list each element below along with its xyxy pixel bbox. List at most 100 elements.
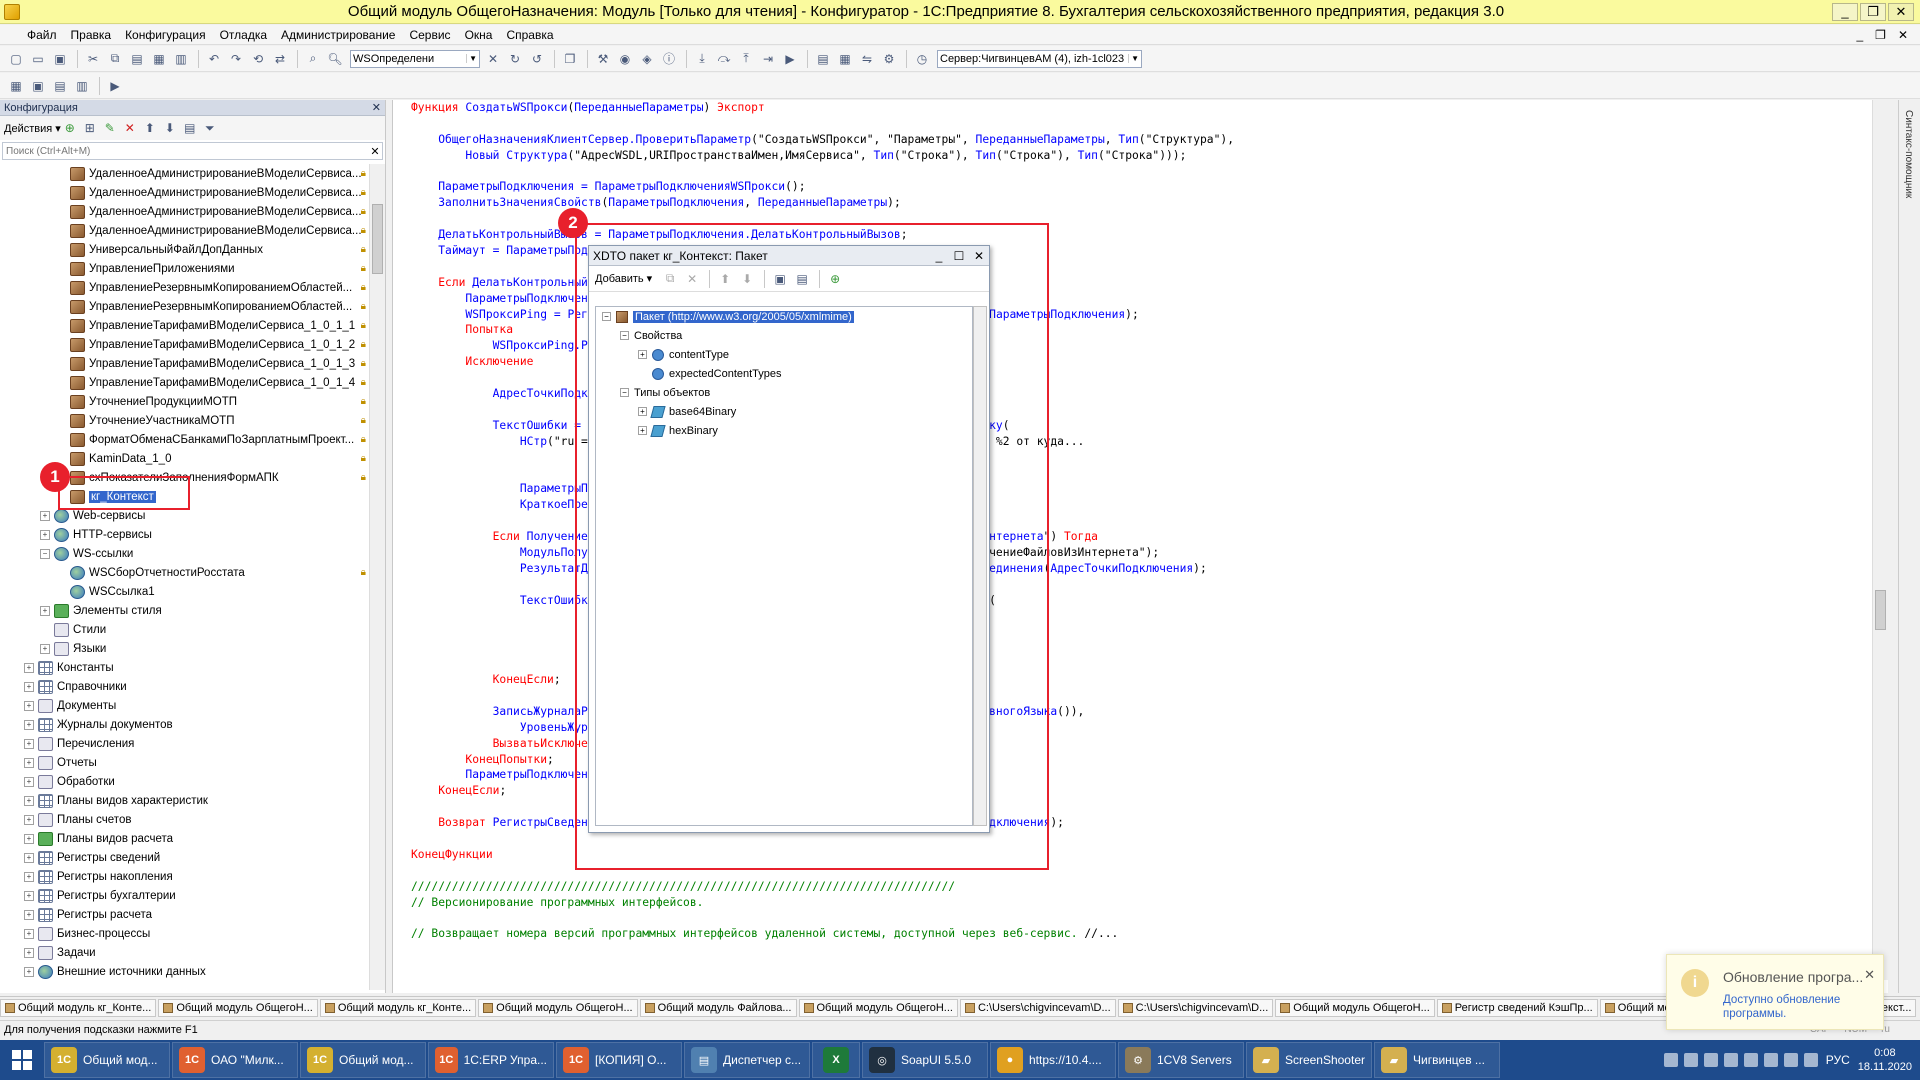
tree-node[interactable]: + Планы видов расчета (0, 829, 370, 848)
update-notification[interactable]: i Обновление програ... Доступно обновлен… (1666, 954, 1884, 1030)
tree-node[interactable]: + Регистры бухгалтерии (0, 886, 370, 905)
chevron-down-icon[interactable]: ▼ (1128, 54, 1139, 63)
table-icon[interactable]: ▥ (72, 76, 92, 96)
expand-icon[interactable]: + (40, 605, 50, 616)
open-window-tab[interactable]: Общий модуль кг_Конте... (319, 998, 477, 1017)
close-icon[interactable]: ✕ (1864, 967, 1875, 983)
clock[interactable]: 0:08 18.11.2020 (1858, 1046, 1912, 1074)
tree-node[interactable]: + Планы видов характеристик (0, 791, 370, 810)
tree-node[interactable]: + Регистры расчета (0, 905, 370, 924)
code-line[interactable] (411, 164, 1861, 180)
menu-administration[interactable]: Администрирование (274, 28, 402, 42)
expand-icon[interactable]: + (24, 700, 34, 711)
taskbar-app[interactable]: ⚙ 1CV8 Servers (1118, 1042, 1244, 1078)
step-out-icon[interactable]: ⤒ (736, 49, 756, 69)
tree-node[interactable]: + Журналы документов (0, 715, 370, 734)
tree-node[interactable]: + Константы (0, 658, 370, 677)
tree-node[interactable]: + Перечисления (0, 734, 370, 753)
mdi-minimize-button[interactable]: _ (1856, 28, 1863, 42)
syntax-helper-label[interactable]: Синтакс-помощник (1903, 110, 1914, 198)
tray-power-icon[interactable] (1803, 1053, 1818, 1067)
clear-icon[interactable]: ✕ (368, 145, 382, 158)
code-line[interactable]: ПараметрыПодключения = ПараметрыПодключе… (411, 179, 1861, 195)
start-debug-icon[interactable]: ▶ (105, 76, 125, 96)
open-window-tab[interactable]: Общий модуль ОбщегоН... (478, 998, 638, 1017)
scroll-thumb[interactable] (372, 204, 383, 274)
input-language[interactable]: РУС (1826, 1053, 1850, 1067)
expand-icon[interactable]: + (24, 833, 34, 844)
tray-network-icon[interactable] (1703, 1053, 1718, 1067)
find-next-icon[interactable]: ↻ (505, 49, 525, 69)
debug-icon[interactable]: ⚒ (593, 49, 613, 69)
tray-settings-icon[interactable] (1723, 1053, 1738, 1067)
tree-node[interactable]: + HTTP-сервисы (0, 525, 370, 544)
menu-windows[interactable]: Окна (458, 28, 500, 42)
tree-node[interactable]: ФорматОбменаСБанкамиПоЗарплатнымПроект..… (0, 430, 370, 449)
tree-node[interactable]: + Справочники (0, 677, 370, 696)
tree-node[interactable]: WSСборОтчетностиРосстата 🔒︎ (0, 563, 370, 582)
close-button[interactable]: ✕ (1888, 2, 1914, 21)
menu-help[interactable]: Справка (499, 28, 560, 42)
expand-icon[interactable]: + (40, 529, 50, 540)
tray-display-icon[interactable] (1743, 1053, 1758, 1067)
open-window-tab[interactable]: Общий модуль кг_Конте... (0, 998, 157, 1017)
tree-node[interactable]: + Внешние источники данных (0, 962, 370, 981)
tree-node[interactable]: УправлениеТарифамиВМоделиСервиса_1_0_1_1… (0, 316, 370, 335)
open-window-tab[interactable]: Общий модуль ОбщегоН... (1275, 998, 1435, 1017)
tree-node[interactable]: Стили (0, 620, 370, 639)
watch-icon[interactable]: ◈ (637, 49, 657, 69)
menu-file[interactable]: Файл (20, 28, 64, 42)
expand-icon[interactable]: + (24, 738, 34, 749)
preview-icon[interactable]: ▥ (171, 49, 191, 69)
tree-node[interactable]: УправлениеТарифамиВМоделиСервиса_1_0_1_2… (0, 335, 370, 354)
timer-icon[interactable]: ◷ (912, 49, 932, 69)
expand-icon[interactable]: + (24, 852, 34, 863)
tree-node[interactable]: УправлениеПриложениями 🔒︎ (0, 259, 370, 278)
server-combo[interactable]: Сервер:ЧигвинцевАМ (4), izh-1cl023 ▼ (937, 49, 1142, 68)
find-prev-icon[interactable]: ↺ (527, 49, 547, 69)
open-window-tab[interactable]: C:\Users\chigvincevam\D... (1117, 998, 1274, 1017)
expand-icon[interactable]: + (24, 757, 34, 768)
tree-node[interactable]: УточнениеУчастникаМОТП 🔒︎ (0, 411, 370, 430)
expand-icon[interactable]: + (24, 966, 34, 977)
code-line[interactable]: ////////////////////////////////////////… (411, 879, 1861, 895)
copy-icon[interactable]: ⧉ (105, 49, 125, 69)
expand-icon[interactable]: + (24, 909, 34, 920)
undo-icon[interactable]: ↶ (204, 49, 224, 69)
taskbar-app[interactable]: 1С [КОПИЯ] О... (556, 1042, 682, 1078)
tree-node[interactable]: + Планы счетов (0, 810, 370, 829)
compare-icon[interactable]: ⇋ (857, 49, 877, 69)
run-to-icon[interactable]: ⇥ (758, 49, 778, 69)
notification-link[interactable]: Доступно обновление программы. (1723, 993, 1863, 1021)
tree-node[interactable]: − WS-ссылки (0, 544, 370, 563)
taskbar-app[interactable]: ▰ ScreenShooter (1246, 1042, 1372, 1078)
code-line[interactable] (411, 910, 1861, 926)
filter-icon[interactable]: ⏷ (201, 119, 219, 137)
taskbar-app[interactable]: 1С ОАО "Милк... (172, 1042, 298, 1078)
tray-volume-icon[interactable] (1763, 1053, 1778, 1067)
windows-icon[interactable]: ❐ (560, 49, 580, 69)
tray-printer-icon[interactable] (1783, 1053, 1798, 1067)
taskbar-app[interactable]: X (812, 1042, 860, 1078)
tree-node[interactable]: УдаленноеАдминистрированиеВМоделиСервиса… (0, 202, 370, 221)
tree-node[interactable]: WSСсылка1 (0, 582, 370, 601)
find-icon[interactable]: ⌕ (303, 49, 323, 69)
module-icon[interactable]: ▤ (813, 49, 833, 69)
tree-node[interactable]: УдаленноеАдминистрированиеВМоделиСервиса… (0, 164, 370, 183)
edit-icon[interactable]: ✎ (101, 119, 119, 137)
open-window-tab[interactable]: Общий модуль ОбщегоН... (798, 998, 958, 1017)
tree-node[interactable]: + Языки (0, 639, 370, 658)
run-icon[interactable]: ▶ (780, 49, 800, 69)
taskbar-app[interactable]: 1C Общий мод... (44, 1042, 170, 1078)
code-line[interactable]: ОбщегоНазначенияКлиентСервер.ПроверитьПа… (411, 132, 1861, 148)
taskbar-app[interactable]: ● https://10.4.... (990, 1042, 1116, 1078)
step-over-icon[interactable]: ⤼ (714, 49, 734, 69)
tree-node[interactable]: + Регистры сведений (0, 848, 370, 867)
tree-node[interactable]: + Задачи (0, 943, 370, 962)
settings-icon[interactable]: ⚙ (879, 49, 899, 69)
tree-node[interactable]: УправлениеТарифамиВМоделиСервиса_1_0_1_4… (0, 373, 370, 392)
cut-icon[interactable]: ✂ (83, 49, 103, 69)
code-line[interactable]: // Версионирование программных интерфейс… (411, 895, 1861, 911)
open-window-tab[interactable]: Общий модуль ОбщегоН... (158, 998, 318, 1017)
refresh-icon[interactable]: ⟲ (248, 49, 268, 69)
